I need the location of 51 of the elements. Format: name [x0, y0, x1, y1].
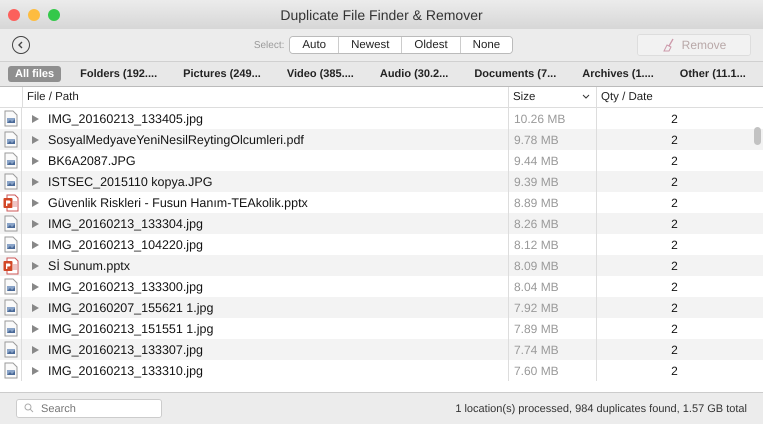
disclosure-triangle-icon[interactable] — [32, 346, 39, 354]
status-text: 1 location(s) processed, 984 duplicates found, 1.57 GB total — [455, 402, 747, 414]
zoom-button[interactable] — [48, 8, 60, 20]
file-name: IMG_20160213_133405.jpg — [48, 112, 203, 126]
category-tab[interactable]: Documents (7... — [467, 66, 564, 82]
chevron-down-icon — [582, 94, 590, 100]
disclosure-triangle-icon[interactable] — [32, 198, 39, 206]
file-name: Sİ Sunum.pptx — [48, 258, 130, 272]
file-name: IMG_20160213_151551 1.jpg — [48, 322, 214, 336]
category-tab[interactable]: Archives (1.... — [575, 66, 661, 82]
column-header[interactable]: Qty / Date — [596, 87, 752, 107]
disclosure-triangle-icon[interactable] — [32, 114, 39, 122]
disclosure-triangle-icon[interactable] — [32, 178, 39, 186]
disclosure-triangle-icon[interactable] — [32, 324, 39, 332]
qty-cell: 2 — [596, 360, 752, 381]
disclosure-triangle-icon[interactable] — [32, 282, 39, 290]
file-name: IMG_20160213_104220.jpg — [48, 238, 203, 252]
file-name: SosyalMedyaveYeniNesilReytingOlcumleri.pdf — [48, 132, 304, 146]
disclosure-triangle-icon[interactable] — [32, 240, 39, 248]
disclosure-triangle-icon[interactable] — [32, 136, 39, 144]
disclosure-triangle-icon[interactable] — [32, 304, 39, 312]
file-name: ISTSEC_2015110 kopya.JPG — [48, 174, 212, 188]
search-field[interactable]: Search — [16, 399, 162, 418]
disclosure-triangle-icon[interactable] — [32, 262, 39, 270]
search-icon — [24, 403, 34, 413]
back-button[interactable] — [12, 36, 30, 54]
category-tab[interactable]: Pictures (249... — [176, 66, 268, 82]
file-name: IMG_20160213_133310.jpg — [48, 364, 203, 378]
file-name: IMG_20160213_133307.jpg — [48, 342, 203, 356]
category-tab[interactable]: Video (385.... — [280, 66, 361, 82]
file-name: IMG_20160207_155621 1.jpg — [48, 300, 214, 314]
file-name: BK6A2087.JPG — [48, 154, 136, 168]
disclosure-triangle-icon[interactable] — [32, 220, 39, 228]
file-name: IMG_20160213_133300.jpg — [48, 280, 203, 294]
chevron-left-icon — [17, 41, 25, 49]
column-header[interactable]: Size — [508, 87, 596, 107]
category-tab[interactable]: Audio (30.2... — [372, 66, 456, 82]
close-button[interactable] — [8, 8, 20, 20]
disclosure-triangle-icon[interactable] — [32, 366, 39, 374]
category-tab[interactable]: Folders (192.... — [73, 66, 164, 82]
select-label: Select: — [254, 40, 284, 50]
scrollbar-thumb[interactable] — [754, 127, 761, 145]
category-tab[interactable]: Other (11.1... — [672, 66, 753, 82]
column-header[interactable]: File / Path — [22, 87, 508, 107]
file-name: Güvenlik Riskleri - Fusun Hanım-TEAkolik.pptx — [48, 196, 308, 210]
size-cell: 7.60 MB — [508, 360, 596, 381]
window-title: Duplicate File Finder & Remover — [280, 6, 483, 22]
file-name: IMG_20160213_133304.jpg — [48, 216, 203, 230]
select-option[interactable]: None — [460, 37, 512, 53]
disclosure-triangle-icon[interactable] — [32, 156, 39, 164]
broom-icon — [662, 38, 676, 52]
